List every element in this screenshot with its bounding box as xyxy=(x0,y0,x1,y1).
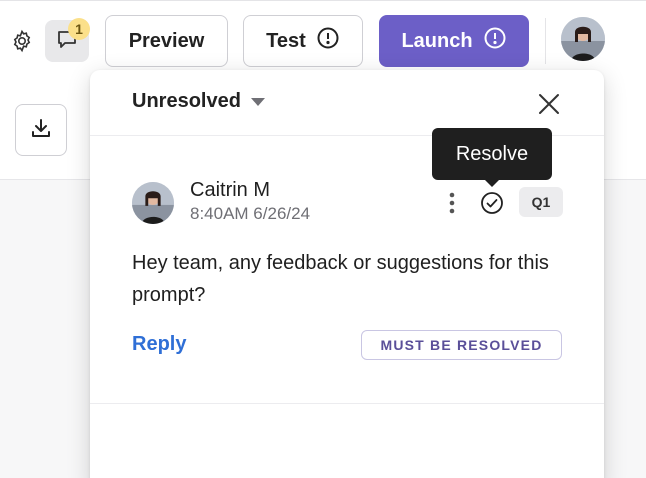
preview-label: Preview xyxy=(128,29,205,52)
comment-tag[interactable]: Q1 xyxy=(519,187,563,217)
alert-circle-icon xyxy=(483,26,507,56)
gear-icon[interactable] xyxy=(8,27,36,55)
notification-badge: 1 xyxy=(68,18,90,40)
download-icon xyxy=(29,116,53,145)
comments-panel: Unresolved Caitrin M 8:40AM 6/26/24 Q1 R… xyxy=(90,70,604,478)
panel-header: Unresolved xyxy=(90,70,604,136)
top-toolbar: 1 Preview Test Launch xyxy=(0,0,646,80)
comment-author-avatar xyxy=(132,182,174,224)
comment-body: Hey team, any feedback or suggestions fo… xyxy=(132,252,549,306)
test-label: Test xyxy=(266,29,306,52)
user-avatar[interactable] xyxy=(561,17,605,61)
comment-timestamp: 8:40AM 6/26/24 xyxy=(190,204,311,223)
toolbar-divider xyxy=(545,18,546,64)
panel-divider xyxy=(90,403,604,404)
reply-link[interactable]: Reply xyxy=(132,333,186,356)
preview-button[interactable]: Preview xyxy=(105,15,228,67)
status-badge: MUST BE RESOLVED xyxy=(361,330,562,360)
alert-circle-icon xyxy=(316,26,340,56)
resolve-tooltip: Resolve xyxy=(432,128,552,187)
launch-button[interactable]: Launch xyxy=(379,15,529,67)
caret-down-icon xyxy=(250,97,265,106)
more-options-icon[interactable] xyxy=(440,189,464,217)
comment-author: Caitrin M xyxy=(190,179,271,201)
test-button[interactable]: Test xyxy=(243,15,363,67)
resolve-check-icon[interactable] xyxy=(478,189,506,217)
download-button[interactable] xyxy=(15,104,67,156)
close-icon[interactable] xyxy=(534,89,564,119)
filter-label: Unresolved xyxy=(132,90,241,112)
status-filter-dropdown[interactable]: Unresolved xyxy=(132,90,265,113)
top-divider xyxy=(0,0,646,1)
launch-label: Launch xyxy=(401,29,473,52)
